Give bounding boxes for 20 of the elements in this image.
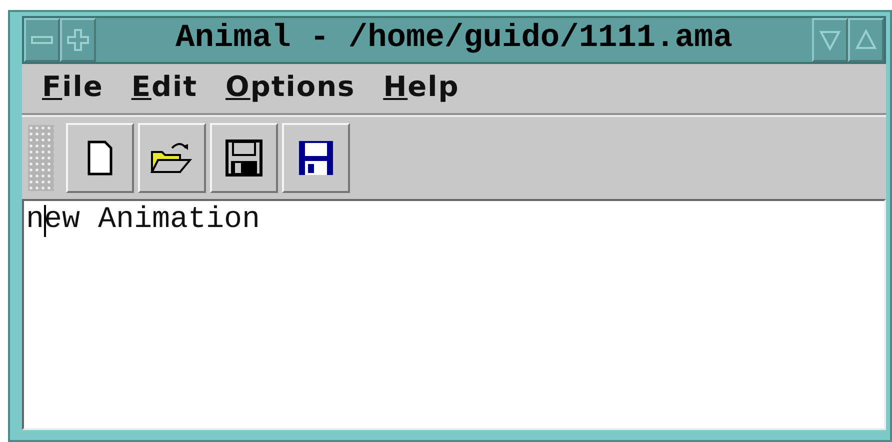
- minus-icon: [31, 36, 53, 44]
- toolbar-button[interactable]: [138, 123, 206, 193]
- up-triangle-icon: [855, 29, 877, 51]
- toolbar-grip[interactable]: [28, 125, 54, 191]
- plus-icon: [67, 29, 89, 51]
- window-title: Animal - /home/guido/1111.ama: [174, 18, 734, 58]
- maximize-button[interactable]: [848, 18, 884, 62]
- toolbar-button[interactable]: [66, 123, 134, 193]
- menu-item[interactable]: File: [42, 70, 104, 103]
- blank-page-icon: [87, 140, 113, 176]
- down-triangle-icon: [819, 29, 841, 51]
- toolbar-button[interactable]: [282, 123, 350, 193]
- open-folder-icon: [150, 140, 194, 176]
- minimize-button[interactable]: [812, 18, 848, 62]
- toolbar-button[interactable]: [210, 123, 278, 193]
- menu-item[interactable]: Options: [226, 70, 356, 103]
- menu-item[interactable]: Edit: [131, 70, 198, 103]
- menu-item[interactable]: Help: [383, 70, 460, 103]
- pin-button[interactable]: [60, 18, 96, 62]
- window-menu-button[interactable]: [24, 18, 60, 62]
